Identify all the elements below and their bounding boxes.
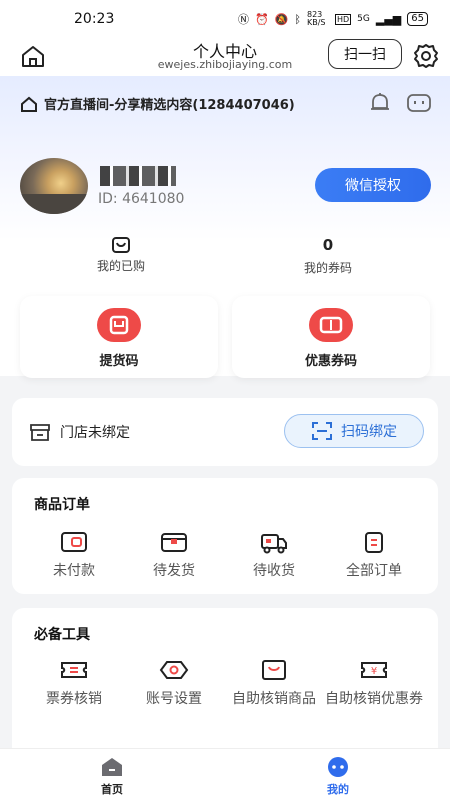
to-ship-icon: [161, 533, 187, 552]
pickup-code-label: 提货码: [99, 354, 139, 369]
orders-section: 商品订单 未付款 待发货 待收货 全部订单: [12, 478, 438, 594]
scan-button[interactable]: 扫一扫: [328, 39, 402, 69]
hd-icon: HD: [334, 13, 352, 25]
order-label: 全部订单: [346, 563, 402, 579]
signal-label: 5G: [357, 14, 370, 24]
network-speed: 823 KB/S: [306, 10, 326, 27]
user-id: ID: 4641080: [98, 191, 185, 207]
tools-title: 必备工具: [34, 627, 90, 643]
orders-title: 商品订单: [34, 497, 90, 513]
scan-frame-icon: [312, 422, 332, 440]
order-label: 未付款: [53, 563, 95, 579]
nfc-icon: Ⓝ: [237, 13, 249, 26]
wechat-auth-button[interactable]: 微信授权: [315, 168, 431, 202]
tool-label: 票券核销: [46, 691, 102, 707]
purchased-icon: [112, 237, 130, 253]
order-label: 待发货: [153, 563, 195, 579]
scan-bind-label: 扫码绑定: [341, 424, 397, 440]
account-settings-icon: [159, 661, 189, 679]
stat-value: 0: [322, 236, 334, 254]
bottom-tab-bar: 首页 我的: [0, 748, 450, 800]
all-orders-icon: [365, 532, 383, 553]
store-status-label: 门店未绑定: [60, 425, 130, 441]
stat-label: 我的券码: [303, 261, 352, 275]
avatar[interactable]: [20, 158, 88, 214]
svg-text:¥: ¥: [371, 666, 377, 677]
scan-bind-button[interactable]: 扫码绑定: [284, 414, 424, 448]
tools-section: 必备工具 票券核销 账号设置 自助核销商品 ¥ 自助核销优惠券: [12, 608, 438, 768]
stat-label: 我的已购: [96, 259, 145, 273]
home-live-icon: [21, 96, 37, 112]
tab-label: 首页: [101, 783, 123, 796]
ticket-verify-icon: [61, 662, 87, 678]
self-verify-coupon-icon: ¥: [361, 662, 387, 678]
order-to-ship[interactable]: 待发货: [124, 530, 224, 580]
tool-self-verify-goods[interactable]: 自助核销商品: [224, 658, 324, 708]
chat-icon[interactable]: [406, 92, 432, 114]
coupon-code-icon: [309, 308, 353, 342]
tool-label: 自助核销优惠券: [325, 691, 423, 707]
order-label: 待收货: [253, 563, 295, 579]
app-header: 个人中心 ewejes.zhibojiaying.com 扫一扫: [0, 38, 450, 76]
home-tab-icon: [102, 758, 122, 776]
status-icons: Ⓝ ⏰ 🔕 ᛒ 823 KB/S HD 5G ▂▄▆ 65: [238, 11, 428, 27]
store-binding-card: 门店未绑定 扫码绑定: [12, 398, 438, 466]
tab-home[interactable]: 首页: [52, 755, 172, 797]
signal-icon: ▂▄▆: [375, 12, 402, 26]
order-to-receive[interactable]: 待收货: [224, 530, 324, 580]
stat-coupon-codes[interactable]: 0 我的券码: [258, 236, 398, 276]
pickup-code-card[interactable]: 提货码: [20, 296, 218, 378]
bell-icon[interactable]: [368, 92, 392, 114]
order-all[interactable]: 全部订单: [324, 530, 424, 580]
profile-tab-icon: [328, 757, 348, 777]
alarm-icon: ⏰: [254, 12, 269, 26]
tool-label: 账号设置: [146, 691, 202, 707]
order-unpaid[interactable]: 未付款: [24, 530, 124, 580]
username-obscured: [100, 166, 176, 186]
mute-icon: 🔕: [274, 12, 289, 26]
unpaid-icon: [61, 532, 87, 552]
coupon-code-card[interactable]: 优惠券码: [232, 296, 430, 378]
tab-profile[interactable]: 我的: [278, 755, 398, 797]
status-bar: 20:23 Ⓝ ⏰ 🔕 ᛒ 823 KB/S HD 5G ▂▄▆ 65: [0, 0, 450, 38]
tool-self-verify-coupon[interactable]: ¥ 自助核销优惠券: [324, 658, 424, 708]
coupon-code-label: 优惠券码: [304, 354, 357, 369]
tool-ticket-verify[interactable]: 票券核销: [24, 658, 124, 708]
stat-purchased[interactable]: 我的已购: [51, 236, 191, 274]
gear-icon[interactable]: [413, 43, 439, 69]
store-icon: [30, 424, 50, 441]
live-room-text: 官方直播间-分享精选内容(1284407046): [44, 98, 295, 113]
tab-label: 我的: [327, 783, 349, 796]
tool-account-settings[interactable]: 账号设置: [124, 658, 224, 708]
pickup-code-icon: [97, 308, 141, 342]
self-verify-goods-icon: [262, 660, 286, 680]
to-receive-icon: [261, 534, 287, 554]
status-time: 20:23: [74, 11, 115, 27]
live-room-bar[interactable]: 官方直播间-分享精选内容(1284407046): [20, 94, 295, 113]
battery-icon: 65: [407, 12, 428, 26]
tool-label: 自助核销商品: [232, 691, 316, 707]
bluetooth-icon: ᛒ: [294, 12, 301, 26]
